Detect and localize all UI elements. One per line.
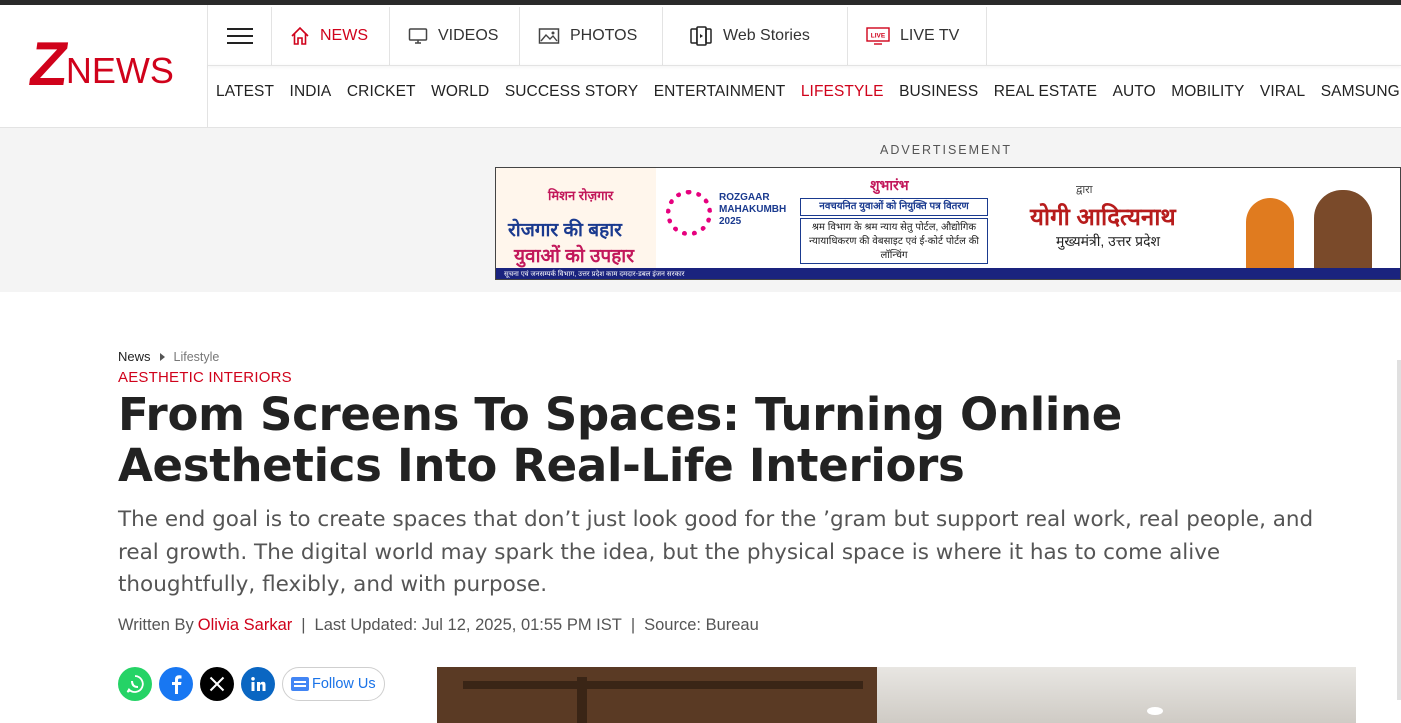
menu-divider — [208, 65, 1401, 66]
facebook-share-button[interactable] — [159, 667, 193, 701]
ad-bottom-strip: सूचना एवं जनसम्पर्क विभाग, उत्तर प्रदेश … — [496, 268, 1400, 279]
monitor-icon — [408, 27, 428, 45]
mahakumbh-logo-icon — [666, 190, 712, 236]
article-source: Source: Bureau — [644, 616, 759, 634]
ad-mahakumbh-panel: ROZGAAR MAHAKUMBH 2025 — [656, 168, 796, 268]
category-viral[interactable]: VIRAL — [1260, 83, 1305, 101]
ad-center-panel: शुभारंभ नवचयनित युवाओं को नियुक्ति पत्र … — [796, 168, 996, 268]
logo-box: Z NEWS — [0, 5, 208, 127]
breadcrumb: News Lifestyle — [118, 349, 219, 364]
breadcrumb-news[interactable]: News — [118, 349, 151, 364]
category-entertainment[interactable]: ENTERTAINMENT — [654, 83, 786, 101]
ad-mahakumbh-title: ROZGAAR MAHAKUMBH — [719, 192, 787, 215]
ad-center-box-1: नवचयनित युवाओं को नियुक्ति पत्र वितरण — [800, 198, 988, 216]
byline-separator: | — [301, 616, 306, 634]
menu-news-label: NEWS — [320, 27, 368, 44]
article-kicker[interactable]: AESTHETIC INTERIORS — [118, 369, 292, 386]
hero-ceiling — [877, 667, 1356, 723]
logo-news: NEWS — [65, 50, 174, 91]
primary-menu: NEWS VIDEOS PHOTOS Web Stories LIVE LIVE… — [208, 7, 987, 65]
ad-cm-role: मुख्यमंत्री, उत्तर प्रदेश — [1056, 233, 1161, 249]
category-latest[interactable]: LATEST — [216, 83, 274, 101]
menu-videos[interactable]: VIDEOS — [390, 7, 520, 65]
category-mobility[interactable]: MOBILITY — [1171, 83, 1244, 101]
ad-cm-name: योगी आदित्यनाथ — [1030, 204, 1176, 231]
ad-center-heading: शुभारंभ — [870, 177, 909, 193]
stories-icon — [689, 25, 713, 47]
ad-banner[interactable]: मिशन रोज़गार रोजगार की बहार युवाओं को उप… — [495, 167, 1401, 280]
whatsapp-share-button[interactable] — [118, 667, 152, 701]
ad-by-text: द्वारा — [1076, 184, 1093, 196]
category-world[interactable]: WORLD — [431, 83, 489, 101]
category-cricket[interactable]: CRICKET — [347, 83, 416, 101]
article-byline: Written By Olivia Sarkar | Last Updated:… — [118, 616, 759, 635]
ad-left-panel: मिशन रोज़गार रोजगार की बहार युवाओं को उप… — [496, 168, 656, 268]
category-lifestyle[interactable]: LIFESTYLE — [801, 83, 884, 101]
follow-us-label: Follow Us — [312, 676, 376, 692]
menu-web-stories-label: Web Stories — [723, 27, 810, 44]
logo-z: Z — [25, 30, 69, 99]
article-headline: From Screens To Spaces: Turning Online A… — [118, 388, 1122, 492]
byline-separator: | — [630, 616, 636, 634]
category-auto[interactable]: AUTO — [1113, 83, 1156, 101]
ad-portrait-1 — [1246, 198, 1294, 270]
category-success-story[interactable]: SUCCESS STORY — [505, 83, 638, 101]
menu-web-stories[interactable]: Web Stories — [663, 7, 848, 65]
image-icon — [538, 27, 560, 45]
ad-mission-text: मिशन रोज़गार — [548, 188, 614, 203]
menu-live-tv-label: LIVE TV — [900, 27, 960, 44]
hero-shelf — [437, 667, 877, 723]
ad-center-box-2: श्रम विभाग के श्रम न्याय सेतु पोर्टल, औद… — [800, 218, 988, 264]
ad-mahakumbh-year: 2025 — [719, 216, 742, 227]
breadcrumb-separator-icon — [159, 352, 165, 361]
ad-left-headline-2: युवाओं को उपहार — [514, 246, 634, 267]
linkedin-share-button[interactable] — [241, 667, 275, 701]
category-nav: LATEST INDIA CRICKET WORLD SUCCESS STORY… — [208, 83, 1401, 101]
x-icon — [209, 676, 225, 692]
hamburger-menu-button[interactable] — [208, 7, 272, 65]
follow-us-google-news-button[interactable]: Follow Us — [282, 667, 385, 701]
written-by-label: Written By — [118, 616, 194, 634]
author-link[interactable]: Olivia Sarkar — [198, 616, 292, 635]
ad-portrait-2 — [1314, 190, 1372, 270]
advertisement-area: ADVERTISEMENT मिशन रोज़गार रोजगार की बहा… — [0, 128, 1401, 292]
breadcrumb-lifestyle[interactable]: Lifestyle — [174, 350, 220, 364]
category-business[interactable]: BUSINESS — [899, 83, 978, 101]
zee-news-logo[interactable]: Z NEWS — [25, 30, 174, 99]
x-share-button[interactable] — [200, 667, 234, 701]
hamburger-icon — [226, 28, 253, 44]
site-header: Z NEWS NEWS VIDEOS PHOTOS Web Stories LI… — [0, 5, 1401, 128]
google-news-icon — [291, 677, 309, 691]
ad-left-headline-1: रोजगार की बहार — [508, 220, 622, 241]
hero-ceiling-light — [1147, 707, 1163, 715]
last-updated: Last Updated: Jul 12, 2025, 01:55 PM IST — [314, 616, 622, 634]
share-bar: Follow Us — [118, 667, 385, 701]
category-real-estate[interactable]: REAL ESTATE — [994, 83, 1097, 101]
home-icon — [290, 26, 310, 46]
menu-videos-label: VIDEOS — [438, 27, 499, 44]
page-scrollbar[interactable] — [1397, 360, 1401, 700]
linkedin-icon — [251, 677, 266, 691]
menu-photos[interactable]: PHOTOS — [520, 7, 663, 65]
article-summary: The end goal is to create spaces that do… — [118, 507, 1314, 597]
menu-live-tv[interactable]: LIVE LIVE TV — [848, 7, 987, 65]
whatsapp-icon — [126, 675, 144, 693]
article-hero-image — [437, 667, 1356, 723]
live-tv-icon: LIVE — [866, 27, 890, 45]
advertisement-label: ADVERTISEMENT — [880, 143, 1013, 157]
live-badge-text: LIVE — [871, 33, 886, 40]
hero-shelf-divider — [577, 677, 587, 723]
ad-right-panel: द्वारा योगी आदित्यनाथ मुख्यमंत्री, उत्तर… — [996, 168, 1400, 270]
facebook-icon — [172, 675, 182, 694]
category-india[interactable]: INDIA — [290, 83, 332, 101]
menu-photos-label: PHOTOS — [570, 27, 638, 44]
menu-news[interactable]: NEWS — [272, 7, 390, 65]
category-samsung[interactable]: SAMSUNG HEA — [1321, 83, 1401, 101]
hero-shelf-board — [463, 681, 863, 689]
